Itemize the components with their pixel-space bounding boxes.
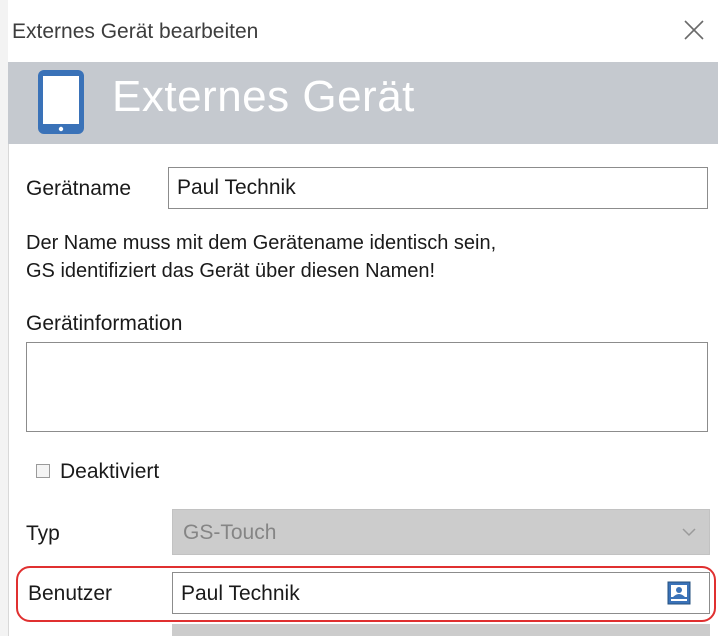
type-label: Typ (26, 522, 60, 545)
user-label: Benutzer (28, 582, 113, 605)
type-select-value: GS-Touch (183, 521, 277, 544)
close-icon (684, 20, 704, 40)
dialog-titlebar: Externes Gerät bearbeiten (8, 0, 718, 63)
close-button[interactable] (676, 12, 712, 48)
next-field-partial (172, 624, 710, 636)
device-info-textarea[interactable] (26, 342, 708, 432)
hint-line-2: GS identifiziert das Gerät über diesen N… (26, 260, 436, 282)
dialog-title: Externes Gerät bearbeiten (12, 20, 259, 43)
type-select[interactable]: GS-Touch (172, 509, 710, 555)
user-picker-icon[interactable] (667, 581, 691, 605)
device-name-hint: Der Name muss mit dem Gerätename identis… (26, 229, 496, 285)
tablet-icon (38, 70, 84, 134)
device-name-input[interactable] (168, 167, 708, 209)
device-info-label: Gerätinformation (26, 312, 183, 335)
chevron-down-icon (682, 528, 696, 537)
device-name-label: Gerätname (26, 177, 132, 200)
deactivated-label: Deaktiviert (60, 460, 160, 483)
dialog-header-banner: Externes Gerät (8, 62, 718, 144)
user-value: Paul Technik (181, 582, 300, 605)
deactivated-checkbox[interactable] (36, 464, 50, 478)
header-title: Externes Gerät (112, 72, 415, 121)
user-input[interactable]: Paul Technik (172, 572, 710, 614)
hint-line-1: Der Name muss mit dem Gerätename identis… (26, 232, 497, 254)
